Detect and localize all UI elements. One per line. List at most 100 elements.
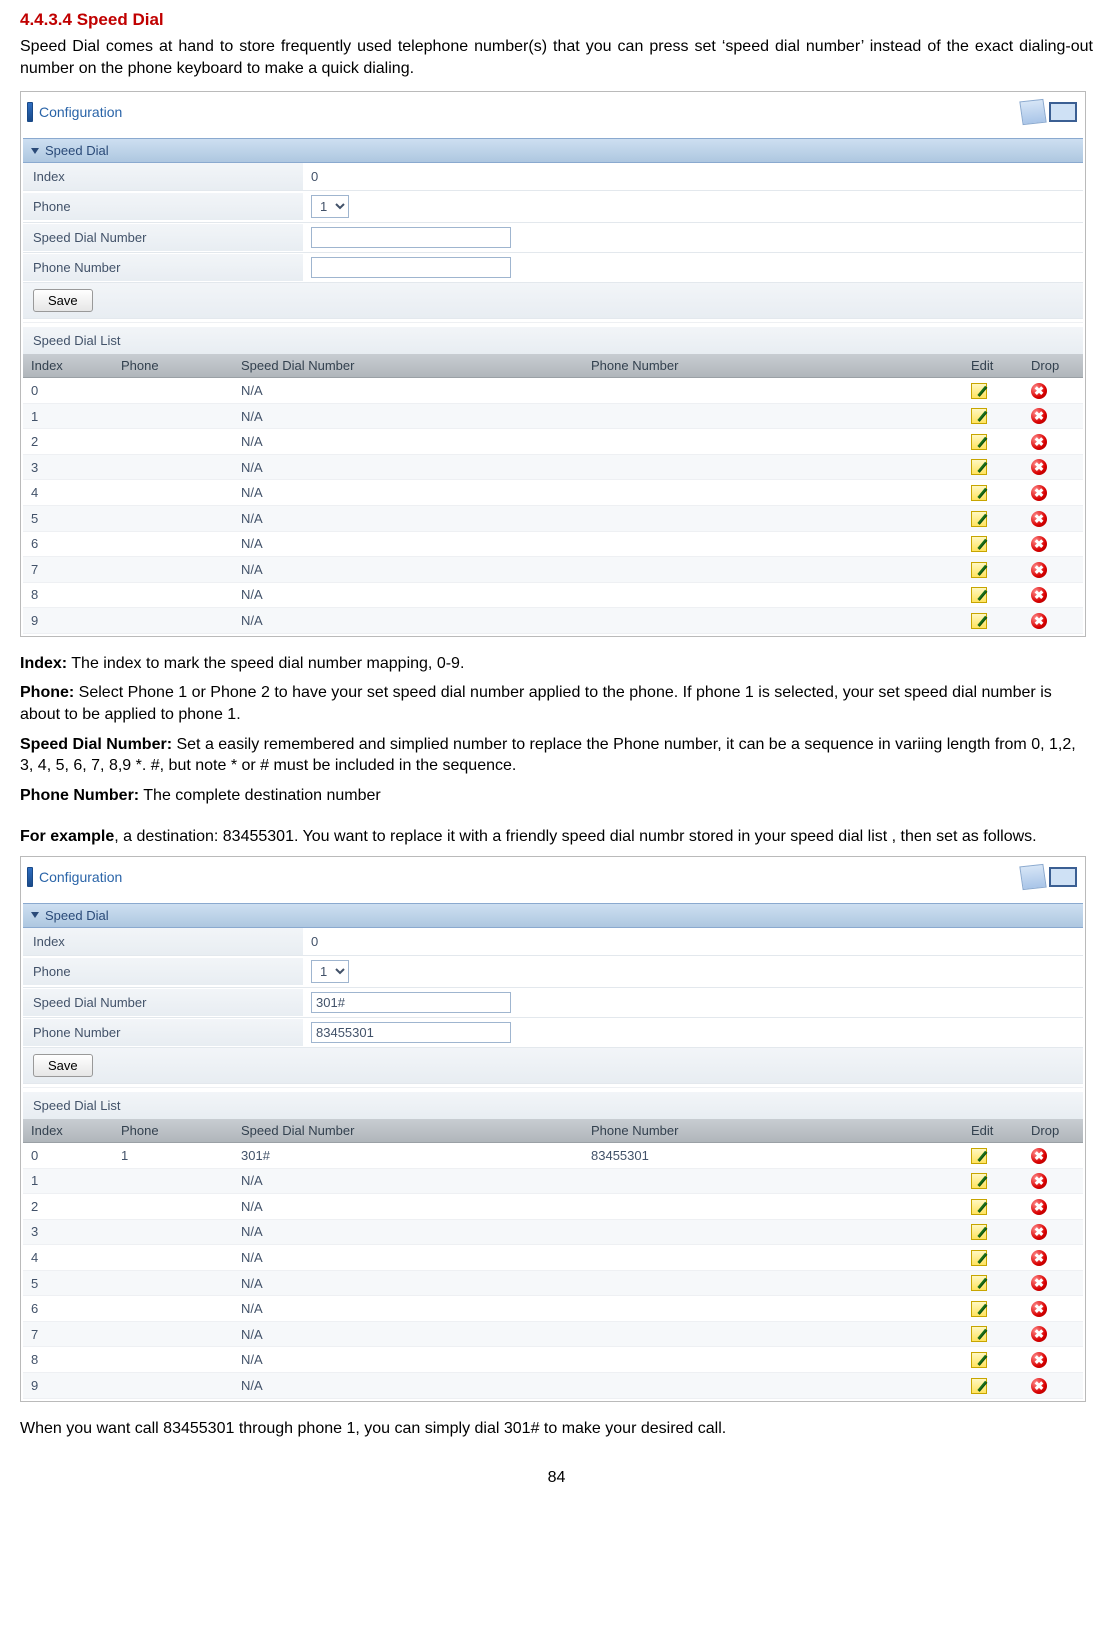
edit-icon[interactable] [971,1250,987,1266]
delete-icon[interactable]: ✖ [1031,485,1047,501]
cell-index: 4 [23,1245,113,1271]
table-row: 4N/A✖ [23,480,1083,506]
edit-icon[interactable] [971,536,987,552]
cell-index: 3 [23,454,113,480]
cell-phone-number [583,1270,963,1296]
cell-edit [963,378,1023,404]
cell-edit [963,429,1023,455]
phone-number-input[interactable] [311,257,511,278]
speed-dial-number-input[interactable] [311,227,511,248]
phone-select[interactable]: 1 [311,960,349,983]
cell-phone [113,1168,233,1194]
edit-icon[interactable] [971,459,987,475]
delete-icon[interactable]: ✖ [1031,1250,1047,1266]
configuration-tab[interactable]: Configuration [27,867,122,887]
cell-phone-number [583,1168,963,1194]
configuration-tab[interactable]: Configuration [27,102,122,122]
table-row: 8N/A✖ [23,582,1083,608]
delete-icon[interactable]: ✖ [1031,613,1047,629]
col-sdn: Speed Dial Number [233,354,583,378]
cell-index: 1 [23,403,113,429]
speed-dial-section-header[interactable]: Speed Dial [23,138,1083,163]
table-row: 4N/A✖ [23,1245,1083,1271]
table-row: 3 N/A ✖ [23,454,1083,480]
edit-icon[interactable] [971,511,987,527]
col-drop: Drop [1023,354,1083,378]
edit-icon[interactable] [971,1173,987,1189]
phone-select[interactable]: 1 [311,195,349,218]
col-edit: Edit [963,1119,1023,1143]
cell-phone-number [583,1219,963,1245]
cell-drop: ✖ [1023,403,1083,429]
speed-dial-number-label: Speed Dial Number [23,989,303,1016]
delete-icon[interactable]: ✖ [1031,1199,1047,1215]
delete-icon[interactable]: ✖ [1031,1275,1047,1291]
cell-speed-dial-number: N/A [233,454,583,480]
save-button[interactable]: Save [33,1054,93,1077]
cell-phone [113,480,233,506]
edit-icon[interactable] [971,1148,987,1164]
delete-icon[interactable]: ✖ [1031,1224,1047,1240]
delete-icon[interactable]: ✖ [1031,408,1047,424]
cell-phone-number [583,1373,963,1399]
delete-icon[interactable]: ✖ [1031,459,1047,475]
edit-icon[interactable] [971,1275,987,1291]
cell-edit [963,506,1023,532]
delete-icon[interactable]: ✖ [1031,383,1047,399]
delete-icon[interactable]: ✖ [1031,562,1047,578]
table-row: 6N/A✖ [23,531,1083,557]
delete-icon[interactable]: ✖ [1031,1352,1047,1368]
speed-dial-section-header[interactable]: Speed Dial [23,903,1083,928]
col-pn: Phone Number [583,1119,963,1143]
delete-icon[interactable]: ✖ [1031,536,1047,552]
edit-icon[interactable] [971,1301,987,1317]
edit-icon[interactable] [971,1199,987,1215]
delete-icon[interactable]: ✖ [1031,1301,1047,1317]
cell-drop: ✖ [1023,557,1083,583]
delete-icon[interactable]: ✖ [1031,1378,1047,1394]
header-illustration-icon [987,98,1077,126]
edit-icon[interactable] [971,562,987,578]
cell-phone-number [583,1194,963,1220]
delete-icon[interactable]: ✖ [1031,511,1047,527]
edit-icon[interactable] [971,587,987,603]
edit-icon[interactable] [971,485,987,501]
col-index: Index [23,354,113,378]
cell-edit [963,1296,1023,1322]
table-row: 7N/A✖ [23,557,1083,583]
panel-header: Configuration [23,94,1083,138]
save-button[interactable]: Save [33,289,93,312]
cell-edit [963,1270,1023,1296]
delete-icon[interactable]: ✖ [1031,587,1047,603]
def-index: Index: The index to mark the speed dial … [20,653,1093,675]
config-panel-1: Configuration Speed Dial Index 0 Phone 1… [20,91,1086,637]
edit-icon[interactable] [971,1352,987,1368]
cell-phone: 1 [113,1142,233,1168]
edit-icon[interactable] [971,1378,987,1394]
delete-icon[interactable]: ✖ [1031,1326,1047,1342]
edit-icon[interactable] [971,434,987,450]
col-drop: Drop [1023,1119,1083,1143]
example-intro: For example, a destination: 83455301. Yo… [20,826,1093,848]
cell-drop: ✖ [1023,429,1083,455]
phone-number-input[interactable] [311,1022,511,1043]
speed-dial-number-label: Speed Dial Number [23,224,303,251]
cell-speed-dial-number: N/A [233,1347,583,1373]
edit-icon[interactable] [971,1326,987,1342]
edit-icon[interactable] [971,408,987,424]
chevron-down-icon [31,912,39,918]
section-strip-label: Speed Dial [45,143,109,158]
cell-phone-number [583,557,963,583]
edit-icon[interactable] [971,1224,987,1240]
delete-icon[interactable]: ✖ [1031,1148,1047,1164]
speed-dial-number-input[interactable] [311,992,511,1013]
edit-icon[interactable] [971,613,987,629]
intro-paragraph: Speed Dial comes at hand to store freque… [20,36,1093,79]
col-phone: Phone [113,354,233,378]
delete-icon[interactable]: ✖ [1031,1173,1047,1189]
cell-drop: ✖ [1023,1194,1083,1220]
delete-icon[interactable]: ✖ [1031,434,1047,450]
cell-speed-dial-number: N/A [233,608,583,634]
edit-icon[interactable] [971,383,987,399]
cell-index: 8 [23,582,113,608]
